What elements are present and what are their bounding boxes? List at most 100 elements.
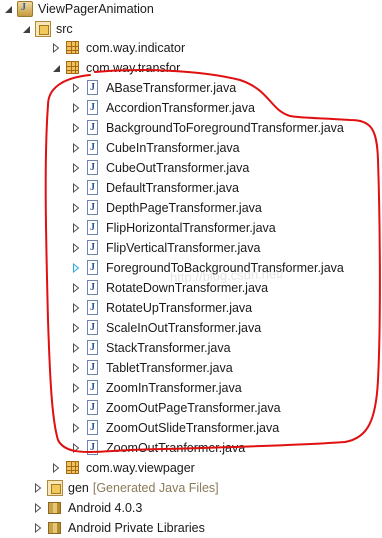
- java-file-icon: [85, 100, 101, 116]
- tree-item-gen[interactable]: gen [Generated Java Files]: [32, 478, 382, 498]
- java-file-icon: [85, 300, 101, 316]
- collapsed-arrow-icon[interactable]: [70, 338, 82, 358]
- tree-item-file[interactable]: TabletTransformer.java: [70, 358, 382, 378]
- java-project-icon: [17, 1, 33, 17]
- java-file-icon: [85, 80, 101, 96]
- collapsed-arrow-icon[interactable]: [50, 38, 62, 58]
- java-file-icon: [85, 220, 101, 236]
- source-folder-icon: [35, 21, 51, 37]
- java-file-icon: [85, 400, 101, 416]
- tree-item-package-indicator[interactable]: com.way.indicator: [50, 38, 382, 58]
- collapsed-arrow-icon[interactable]: [70, 158, 82, 178]
- java-file-icon: [85, 280, 101, 296]
- file-label: AccordionTransformer.java: [106, 101, 255, 115]
- file-label: DefaultTransformer.java: [106, 181, 239, 195]
- collapsed-arrow-icon[interactable]: [70, 318, 82, 338]
- tree-item-file[interactable]: ZoomInTransformer.java: [70, 378, 382, 398]
- file-label: BackgroundToForegroundTransformer.java: [106, 121, 344, 135]
- java-file-icon: [85, 180, 101, 196]
- collapsed-arrow-icon[interactable]: [70, 178, 82, 198]
- tree-item-file[interactable]: AccordionTransformer.java: [70, 98, 382, 118]
- tree-item-file[interactable]: ZoomOutSlideTransformer.java: [70, 418, 382, 438]
- collapsed-arrow-icon[interactable]: [70, 358, 82, 378]
- collapsed-arrow-icon[interactable]: [70, 198, 82, 218]
- file-label: DepthPageTransformer.java: [106, 201, 262, 215]
- file-label: TabletTransformer.java: [106, 361, 233, 375]
- tree-item-project[interactable]: ViewPagerAnimation: [2, 0, 382, 19]
- package-icon: [65, 460, 81, 476]
- package-label: com.way.viewpager: [86, 461, 195, 475]
- expanded-arrow-icon[interactable]: [20, 19, 32, 39]
- java-file-icon: [85, 160, 101, 176]
- tree-item-file[interactable]: StackTransformer.java: [70, 338, 382, 358]
- collapsed-arrow-icon[interactable]: [70, 258, 82, 278]
- collapsed-arrow-icon[interactable]: [70, 238, 82, 258]
- collapsed-arrow-icon[interactable]: [70, 218, 82, 238]
- tree-item-package-transfor[interactable]: com.way.transfor: [50, 58, 382, 78]
- tree-item-file[interactable]: DepthPageTransformer.java: [70, 198, 382, 218]
- tree-item-src[interactable]: src: [20, 19, 382, 39]
- java-file-icon: [85, 320, 101, 336]
- java-file-icon: [85, 200, 101, 216]
- file-label: FlipHorizontalTransformer.java: [106, 221, 276, 235]
- file-label: CubeInTransformer.java: [106, 141, 240, 155]
- java-file-icon: [85, 380, 101, 396]
- collapsed-arrow-icon[interactable]: [70, 298, 82, 318]
- gen-note: [Generated Java Files]: [92, 481, 219, 495]
- file-label: ZoomOutTranformer.java: [106, 441, 246, 455]
- tree-item-android-library[interactable]: Android 4.0.3: [32, 498, 382, 518]
- file-label: CubeOutTransformer.java: [106, 161, 250, 175]
- collapsed-arrow-icon[interactable]: [32, 478, 44, 498]
- generated-folder-icon: [47, 480, 63, 496]
- src-label: src: [56, 22, 73, 36]
- collapsed-arrow-icon[interactable]: [32, 498, 44, 518]
- project-label: ViewPagerAnimation: [38, 2, 154, 16]
- java-file-icon: [85, 360, 101, 376]
- tree-item-file[interactable]: ABaseTransformer.java: [70, 78, 382, 98]
- java-file-icon: [85, 340, 101, 356]
- collapsed-arrow-icon[interactable]: [70, 118, 82, 138]
- tree-item-file[interactable]: RotateUpTransformer.java: [70, 298, 382, 318]
- collapsed-arrow-icon[interactable]: [70, 418, 82, 438]
- collapsed-arrow-icon[interactable]: [50, 458, 62, 478]
- expanded-arrow-icon[interactable]: [50, 58, 62, 78]
- tree-item-file[interactable]: ScaleInOutTransformer.java: [70, 318, 382, 338]
- tree-item-file[interactable]: BackgroundToForegroundTransformer.java: [70, 118, 382, 138]
- expanded-arrow-icon[interactable]: [2, 0, 14, 19]
- library-icon: [47, 500, 63, 516]
- collapsed-arrow-icon[interactable]: [70, 378, 82, 398]
- collapsed-arrow-icon[interactable]: [70, 138, 82, 158]
- collapsed-arrow-icon[interactable]: [70, 78, 82, 98]
- tree-item-package-viewpager[interactable]: com.way.viewpager: [50, 458, 382, 478]
- tree-item-file[interactable]: ZoomOutTranformer.java: [70, 438, 382, 458]
- tree-item-file[interactable]: CubeInTransformer.java: [70, 138, 382, 158]
- collapsed-arrow-icon[interactable]: [32, 518, 44, 538]
- package-icon: [65, 40, 81, 56]
- tree-item-file[interactable]: CubeOutTransformer.java: [70, 158, 382, 178]
- file-label: ZoomOutSlideTransformer.java: [106, 421, 280, 435]
- package-explorer-tree: ViewPagerAnimation src com.way.indicator…: [0, 0, 382, 535]
- tree-item-file[interactable]: DefaultTransformer.java: [70, 178, 382, 198]
- collapsed-arrow-icon[interactable]: [70, 438, 82, 458]
- private-libraries-label: Android Private Libraries: [68, 521, 205, 535]
- android-label: Android 4.0.3: [68, 501, 143, 515]
- java-file-icon: [85, 140, 101, 156]
- collapsed-arrow-icon[interactable]: [70, 98, 82, 118]
- java-file-icon: [85, 420, 101, 436]
- java-file-icon: [85, 260, 101, 276]
- file-label: RotateUpTransformer.java: [106, 301, 253, 315]
- file-label: ZoomOutPageTransformer.java: [106, 401, 281, 415]
- collapsed-arrow-icon[interactable]: [70, 398, 82, 418]
- collapsed-arrow-icon[interactable]: [70, 278, 82, 298]
- file-label: FlipVerticalTransformer.java: [106, 241, 261, 255]
- tree-item-file[interactable]: FlipHorizontalTransformer.java: [70, 218, 382, 238]
- tree-item-private-libraries[interactable]: Android Private Libraries: [32, 518, 382, 538]
- tree-item-file[interactable]: FlipVerticalTransformer.java: [70, 238, 382, 258]
- file-label: ScaleInOutTransformer.java: [106, 321, 262, 335]
- tree-item-file[interactable]: ZoomOutPageTransformer.java: [70, 398, 382, 418]
- gen-label: gen: [68, 481, 89, 495]
- library-icon: [47, 520, 63, 536]
- java-file-icon: [85, 440, 101, 456]
- file-label: ZoomInTransformer.java: [106, 381, 242, 395]
- package-icon: [65, 60, 81, 76]
